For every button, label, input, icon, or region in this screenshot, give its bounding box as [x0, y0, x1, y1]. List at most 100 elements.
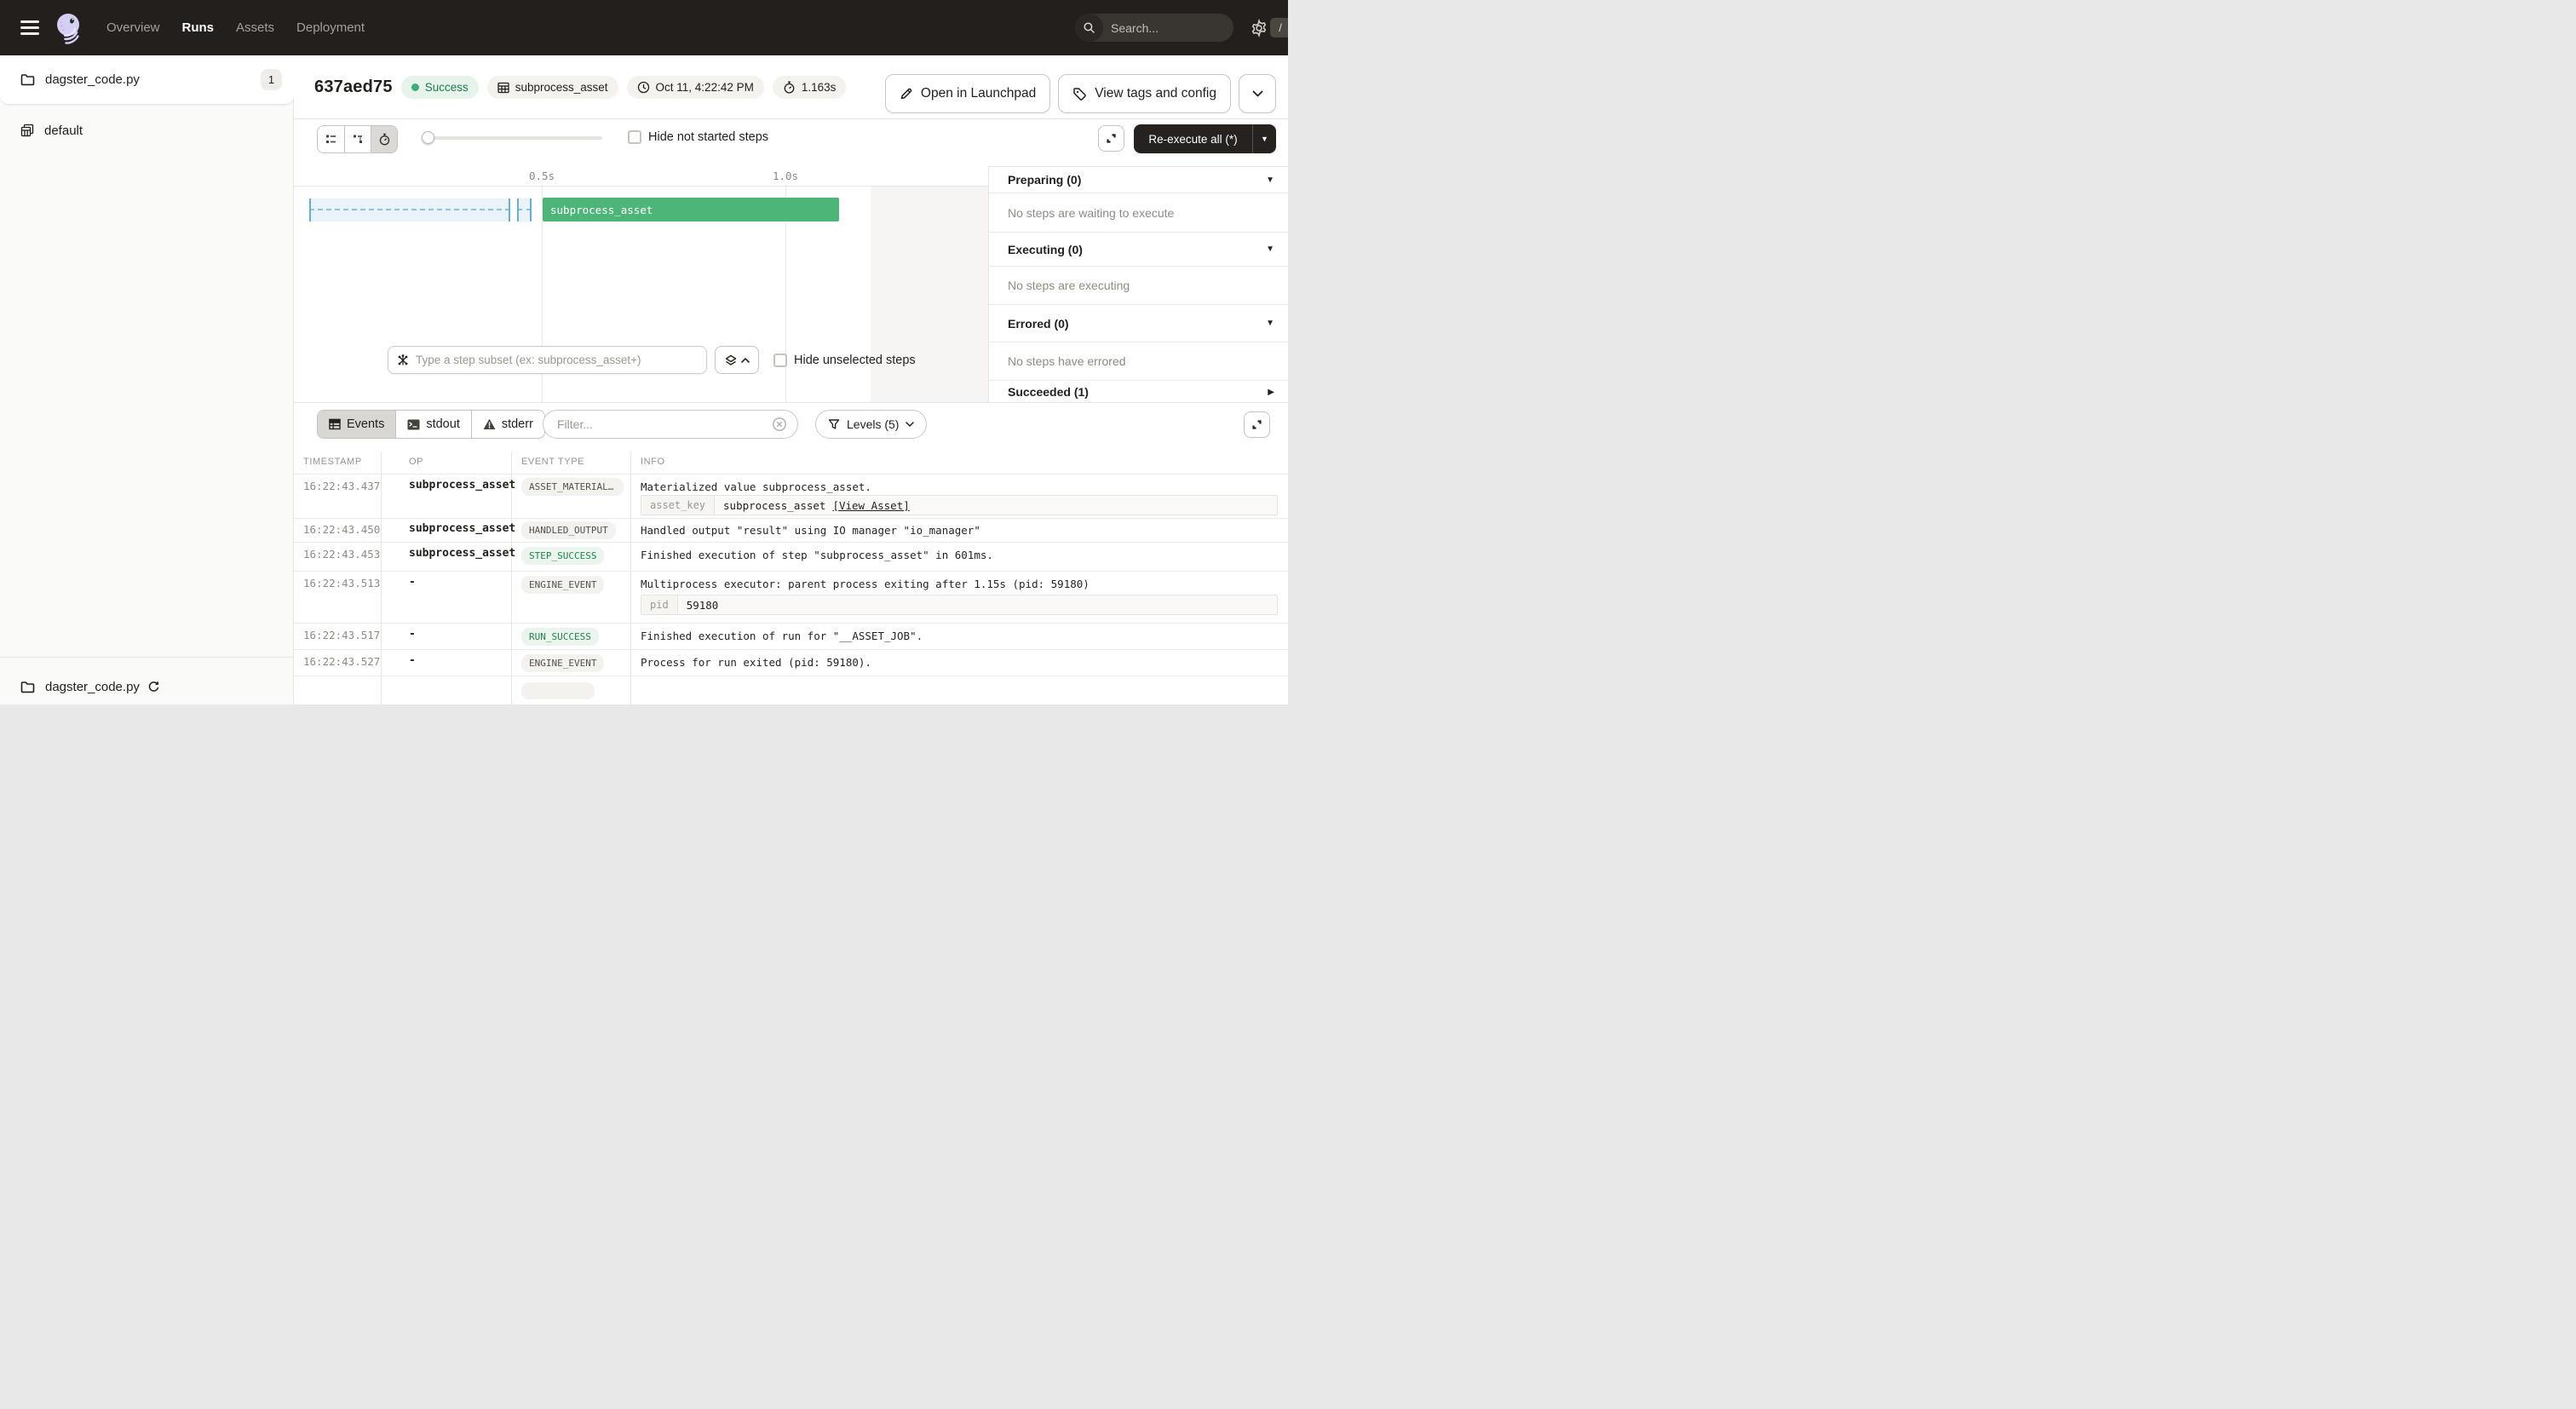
hide-unselected-checkbox[interactable]: [773, 354, 787, 367]
run-actions-chevron-button[interactable]: [1239, 74, 1276, 113]
event-op: -: [409, 576, 416, 589]
top-nav: Overview Runs Assets Deployment /: [0, 0, 1288, 55]
gantt-fullscreen-button[interactable]: [1098, 125, 1124, 152]
section-preparing[interactable]: Preparing (0) ▼: [989, 167, 1288, 193]
step-subset-filter[interactable]: [388, 346, 707, 374]
step-waiting-bar: [309, 198, 510, 221]
event-timestamp: 16:22:43.513: [303, 577, 380, 589]
nav-item-runs[interactable]: Runs: [182, 20, 215, 35]
col-timestamp: TIMESTAMP: [303, 457, 362, 467]
metadata-key: pid: [641, 595, 678, 614]
nav-item-overview[interactable]: Overview: [106, 20, 160, 35]
reexecute-all-button[interactable]: Re-execute all (*) ▼: [1134, 124, 1276, 153]
event-row[interactable]: 16:22:43.450 subprocess_asset HANDLED_OU…: [294, 518, 1288, 542]
section-preparing-empty: No steps are waiting to execute: [989, 193, 1288, 233]
event-info: Multiprocess executor: parent process ex…: [641, 578, 1278, 590]
chevron-up-icon: [741, 358, 750, 363]
event-type-badge: ENGINE_EVENT: [521, 654, 604, 672]
tab-stdout[interactable]: stdout: [395, 411, 471, 438]
gantt-zoom-slider[interactable]: [423, 136, 602, 140]
event-row[interactable]: 16:22:43.517 - RUN_SUCCESS Finished exec…: [294, 623, 1288, 649]
event-row-partial: [294, 676, 1288, 704]
gantt-chart: subprocess_asset Hide unselected steps: [294, 187, 988, 402]
run-asset-chip[interactable]: subprocess_asset: [487, 76, 618, 99]
axis-tick-10s: 1.0s: [773, 170, 798, 182]
run-start-time-chip: Oct 11, 4:22:42 PM: [627, 76, 764, 99]
event-op: subprocess_asset: [409, 547, 515, 560]
reload-icon[interactable]: [147, 681, 160, 693]
open-in-launchpad-button[interactable]: Open in Launchpad: [885, 74, 1050, 113]
repository-icon: [20, 124, 34, 137]
logs-fullscreen-button[interactable]: [1244, 411, 1270, 438]
levels-dropdown[interactable]: Levels (5): [815, 410, 927, 439]
gantt-step-bar[interactable]: subprocess_asset: [543, 198, 839, 221]
search-shortcut-key: /: [1270, 18, 1288, 37]
terminal-icon: [407, 419, 420, 430]
event-timestamp: 16:22:43.453: [303, 548, 380, 561]
layers-icon: [725, 354, 737, 366]
tab-events[interactable]: Events: [318, 411, 395, 438]
event-info: Handled output "result" using IO manager…: [641, 524, 1278, 537]
view-mode-waterfall-icon[interactable]: [344, 126, 371, 152]
col-info: INFO: [641, 457, 665, 467]
event-op: subprocess_asset: [409, 522, 515, 535]
folder-icon: [20, 73, 35, 86]
event-row[interactable]: 16:22:43.437 subprocess_asset ASSET_MATE…: [294, 474, 1288, 518]
folder-icon: [20, 681, 35, 693]
event-op: subprocess_asset: [409, 479, 515, 492]
section-executing[interactable]: Executing (0) ▼: [989, 233, 1288, 267]
tag-icon: [1072, 87, 1087, 101]
section-succeeded[interactable]: Succeeded (1) ▶: [989, 381, 1288, 403]
search-icon: [1075, 14, 1103, 42]
run-id: 637aed75: [314, 78, 393, 97]
expand-icon: [1251, 418, 1263, 431]
hide-not-started-checkbox[interactable]: [628, 130, 641, 144]
hamburger-menu-icon[interactable]: [20, 20, 39, 35]
step-preparing-bar: [517, 198, 532, 221]
view-asset-link[interactable]: [View Asset]: [832, 499, 909, 512]
warning-triangle-icon: [483, 418, 496, 430]
section-errored[interactable]: Errored (0) ▼: [989, 305, 1288, 342]
run-status-badge: Success: [401, 76, 479, 99]
tab-stderr[interactable]: stderr: [471, 411, 544, 438]
col-op: OP: [409, 457, 423, 467]
log-filter-input[interactable]: [557, 417, 772, 431]
event-type-badge: ENGINE_EVENT: [521, 576, 604, 594]
log-filter-field[interactable]: [543, 410, 798, 439]
global-search[interactable]: /: [1075, 14, 1233, 42]
workspace-sidebar: dagster_code.py 1 default dagster_code.p…: [0, 55, 294, 704]
repo-count-badge: 1: [261, 69, 282, 90]
op-selector-icon: [397, 354, 409, 366]
section-executing-empty: No steps are executing: [989, 267, 1288, 305]
nav-item-assets[interactable]: Assets: [236, 20, 274, 35]
settings-gear-icon[interactable]: [1248, 17, 1270, 39]
event-info: Finished execution of run for "__ASSET_J…: [641, 630, 1278, 642]
reexecute-dropdown-caret[interactable]: ▼: [1252, 124, 1276, 153]
table-grid-icon: [497, 82, 509, 94]
step-subset-input[interactable]: [416, 354, 698, 366]
code-location-label: dagster_code.py: [45, 72, 140, 87]
run-duration-chip: 1.163s: [773, 76, 847, 99]
dagster-logo-icon[interactable]: [50, 9, 86, 49]
sidebar-item-code-location[interactable]: dagster_code.py 1: [0, 55, 294, 105]
search-input[interactable]: [1103, 21, 1270, 35]
view-tags-config-button[interactable]: View tags and config: [1058, 74, 1231, 113]
clear-filter-icon[interactable]: [772, 417, 787, 432]
sidebar-item-default-repo[interactable]: default: [0, 117, 294, 144]
metadata-key: asset_key: [641, 496, 715, 515]
caret-right-icon: ▶: [1268, 388, 1274, 397]
event-row[interactable]: 16:22:43.453 subprocess_asset STEP_SUCCE…: [294, 542, 1288, 571]
chevron-down-icon: [1252, 90, 1263, 97]
view-mode-flat-icon[interactable]: [318, 126, 344, 152]
event-row[interactable]: 16:22:43.513 - ENGINE_EVENT Multiprocess…: [294, 571, 1288, 623]
caret-down-icon: ▼: [1266, 175, 1274, 185]
event-type-badge-success: RUN_SUCCESS: [521, 628, 599, 646]
view-mode-timed-icon[interactable]: [371, 126, 397, 152]
nav-item-deployment[interactable]: Deployment: [296, 20, 365, 35]
event-row[interactable]: 16:22:43.527 - ENGINE_EVENT Process for …: [294, 649, 1288, 676]
funnel-icon: [828, 418, 840, 430]
hide-not-started-control: Hide not started steps: [628, 124, 768, 151]
graph-query-toggle-button[interactable]: [715, 346, 759, 374]
event-info: Process for run exited (pid: 59180).: [641, 656, 1278, 669]
slider-thumb[interactable]: [422, 131, 434, 144]
